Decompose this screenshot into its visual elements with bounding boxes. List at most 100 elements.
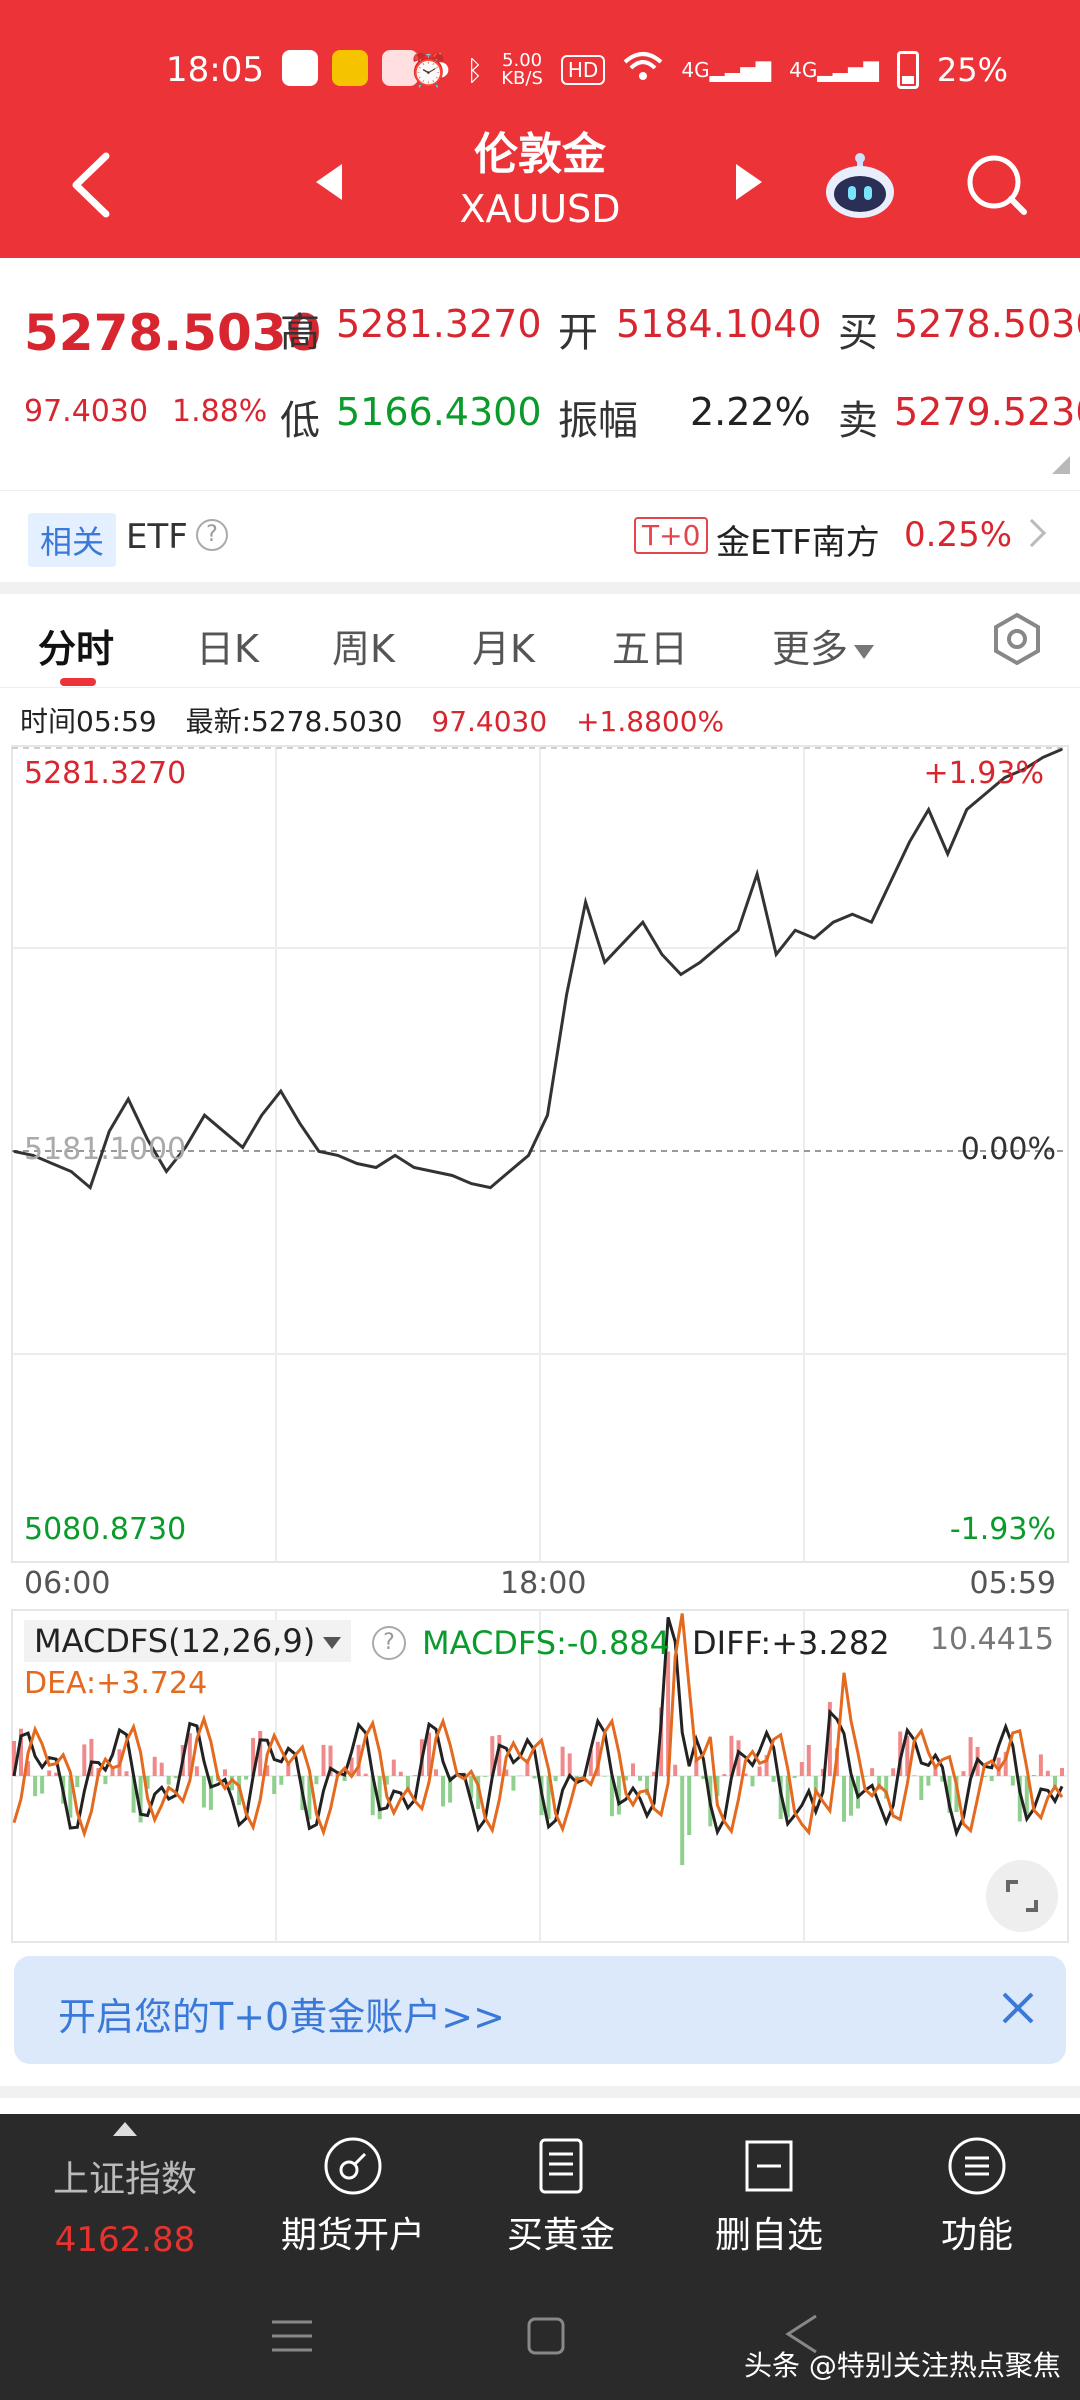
macd-hist-bar (553, 1776, 558, 1782)
macd-hist-bar (342, 1776, 347, 1781)
macd-name: MACDFS(12,26,9) (34, 1622, 316, 1660)
price-point (260, 1114, 263, 1116)
tab-daily-k[interactable]: 日K (196, 618, 259, 673)
macd-hist-bar (54, 1772, 59, 1776)
settings-icon[interactable] (990, 612, 1044, 666)
title-block: 伦敦金 XAUUSD (390, 128, 690, 236)
etf-fund-name: 金ETF南方 (716, 523, 880, 563)
system-home-icon[interactable] (526, 2316, 566, 2356)
related-etf-row[interactable]: 相关 ETF ? T+0 金ETF南方 0.25% (0, 490, 1080, 582)
tab-intraday[interactable]: 分时 (38, 618, 114, 673)
back-icon[interactable] (66, 150, 116, 220)
macdfs-value: MACDFS:-0.884 (422, 1624, 671, 1662)
caret-up-icon (113, 2122, 137, 2136)
status-bar: 18:05 ● ⏰ ᛒ 5.00 KB/S HD 4G▂▃▅▇ 4G▂▃▅▇ 25… (0, 40, 1080, 104)
price-line-group (13, 747, 1063, 1191)
macd-hist-bar (1045, 1770, 1050, 1776)
price-point (718, 945, 720, 948)
macd-max-value: 10.4415 (929, 1622, 1054, 1657)
close-icon[interactable] (998, 1988, 1038, 2028)
nav-buy-gold[interactable]: 买黄金 (476, 2136, 646, 2258)
system-menu-icon[interactable] (270, 2316, 314, 2356)
price-point (584, 901, 587, 903)
next-symbol-icon[interactable] (736, 164, 762, 200)
price-point (965, 808, 968, 811)
macd-hist-bar (680, 1776, 685, 1866)
price-line (13, 747, 1063, 1191)
macd-hist-bar (771, 1776, 776, 1782)
macd-hist-bar (159, 1762, 164, 1776)
macd-hist-bar (1060, 1768, 1064, 1776)
macd-hist-bar (314, 1776, 319, 1785)
sell-value: 5279.5230 (894, 390, 1080, 434)
price-point (527, 1154, 530, 1157)
price-point (908, 841, 911, 843)
nav-futures-account[interactable]: 期货开户 (268, 2136, 438, 2258)
sell-label: 卖 (838, 398, 878, 444)
macd-hist-bar (560, 1746, 565, 1776)
price-point (642, 921, 644, 923)
search-icon[interactable] (964, 152, 1030, 218)
macd-help-icon[interactable]: ? (372, 1626, 406, 1660)
macd-indicator-select[interactable]: MACDFS(12,26,9) (24, 1620, 352, 1662)
pct-top-label: +1.93% (923, 756, 1044, 791)
macd-hist-bar (750, 1776, 755, 1787)
macd-hist-bar (1031, 1775, 1036, 1776)
price-point (13, 1150, 15, 1153)
nav-remove-watchlist[interactable]: 删自选 (684, 2136, 854, 2258)
macd-hist-bar (244, 1776, 249, 1780)
open-value: 5184.1040 (616, 302, 822, 346)
expand-icon[interactable] (986, 1860, 1058, 1932)
y-bottom-label: 5080.8730 (24, 1512, 187, 1547)
index-name: 上证指数 (52, 2159, 197, 2200)
expand-corner-icon[interactable] (1052, 456, 1070, 474)
price-point (813, 937, 816, 940)
macd-hist-bar (279, 1776, 284, 1785)
hd-tag: HD (560, 55, 606, 85)
signal-1: 4G▂▃▅▇ (681, 58, 772, 82)
prev-symbol-icon[interactable] (316, 164, 342, 200)
battery-level: 25% (936, 51, 1008, 89)
nav-label: 买黄金 (506, 2215, 615, 2256)
intraday-change: 97.4030 (431, 705, 548, 738)
price-point (280, 1090, 282, 1092)
status-time: 18:05 (166, 50, 264, 90)
low-label: 低 (280, 398, 320, 444)
promo-banner[interactable]: 开启您的T+0黄金账户>> (14, 1956, 1066, 2064)
macd-hist-bar (806, 1745, 811, 1776)
nav-label: 删自选 (714, 2215, 823, 2256)
price-point (70, 1170, 72, 1173)
price-point (89, 1186, 91, 1189)
x-tick-mid: 18:00 (500, 1566, 587, 1601)
price-point (737, 929, 739, 932)
price-point (1061, 748, 1063, 751)
macd-hist-bar (201, 1776, 206, 1808)
index-ticker[interactable]: 上证指数 4162.88 (30, 2114, 220, 2260)
active-tab-indicator (60, 678, 96, 686)
tab-more[interactable]: 更多 (772, 618, 875, 673)
macd-hist-bar (792, 1776, 797, 1778)
tab-monthly-k[interactable]: 月K (472, 618, 535, 673)
signal-2-label: 4G (789, 58, 818, 82)
price-point (413, 1166, 415, 1169)
pct-bottom-label: -1.93% (949, 1512, 1056, 1547)
help-icon[interactable]: ? (196, 519, 228, 551)
intraday-info-line: 时间05:59 最新:5278.5030 97.4030 +1.8800% (20, 700, 744, 740)
tab-weekly-k[interactable]: 周K (332, 618, 395, 673)
watermark: 头条 @特别关注热点聚焦 (744, 2349, 1061, 2382)
promo-text[interactable]: 开启您的T+0黄金账户>> (58, 1986, 505, 2041)
price-point (337, 1154, 339, 1157)
price-point (489, 1186, 492, 1189)
intraday-chart[interactable] (0, 740, 1080, 1600)
robot-assistant-icon[interactable] (822, 152, 898, 220)
nav-functions[interactable]: 功能 (892, 2136, 1062, 2258)
macd-hist-bar (799, 1762, 804, 1776)
intraday-latest: 最新:5278.5030 (185, 705, 403, 738)
macd-hist-bar (321, 1744, 326, 1776)
buy-label: 买 (838, 310, 878, 356)
tab-five-day[interactable]: 五日 (612, 618, 688, 673)
price-point (622, 941, 625, 944)
macd-hist-bar (532, 1776, 537, 1779)
page-title: 伦敦金 (474, 129, 606, 180)
etf-label: ETF (126, 517, 188, 557)
